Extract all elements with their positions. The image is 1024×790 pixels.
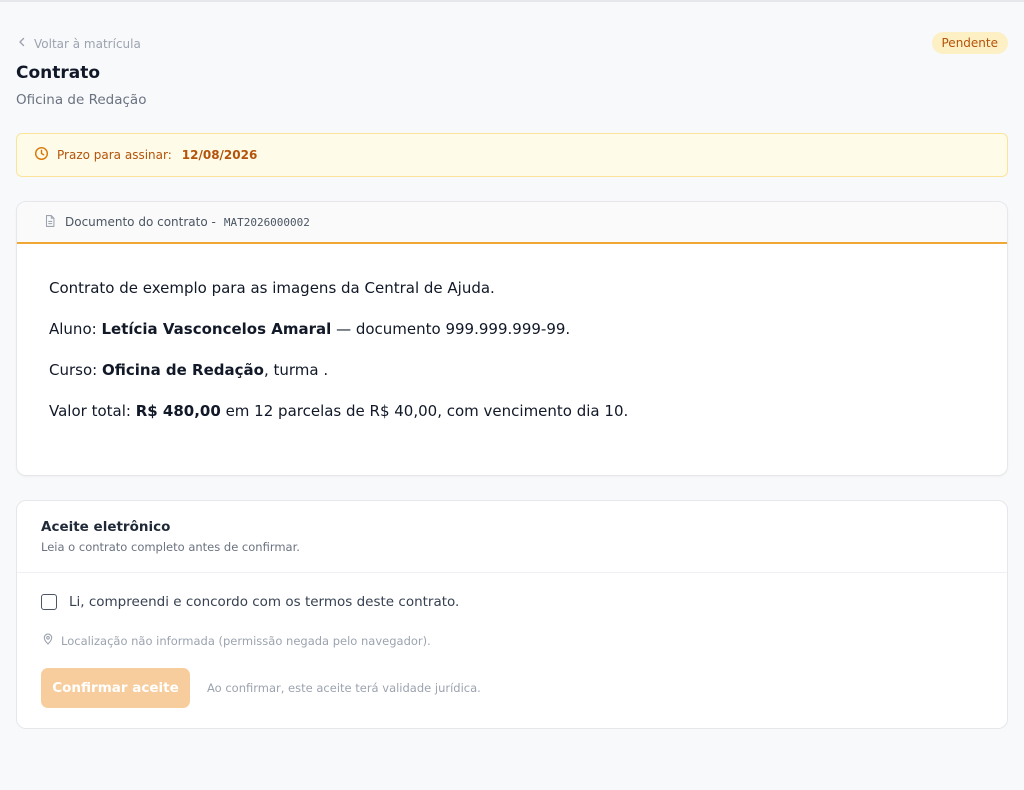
contract-intro: Contrato de exemplo para as imagens da C…	[49, 279, 495, 297]
status-badge: Pendente	[931, 32, 1008, 54]
deadline-banner: Prazo para assinar: 12/08/2026	[16, 133, 1008, 177]
acceptance-title: Aceite eletrônico	[41, 519, 171, 535]
contract-header: Documento do contrato - MAT2026000002	[17, 202, 1007, 244]
contract-student-line: Aluno: Letícia Vasconcelos Amaral — docu…	[49, 319, 975, 340]
value-suffix: em 12 parcelas de R$ 40,00, com vencimen…	[225, 402, 629, 420]
confirm-note: Ao confirmar, este aceite terá validade …	[207, 681, 481, 695]
contract-code: MAT2026000002	[223, 215, 310, 229]
student-name: Letícia Vasconcelos Amaral	[101, 320, 332, 338]
course-prefix: Curso:	[49, 361, 98, 379]
confirm-button[interactable]: Confirmar aceite	[41, 668, 190, 708]
contract-body: Contrato de exemplo para as imagens da C…	[17, 244, 1007, 422]
acceptance-card: Aceite eletrônico Leia o contrato comple…	[16, 500, 1008, 729]
chevron-left-icon	[16, 36, 28, 51]
acceptance-header: Aceite eletrônico Leia o contrato comple…	[17, 501, 1007, 573]
page-subtitle: Oficina de Redação	[16, 92, 147, 108]
contract-card: Documento do contrato - MAT2026000002 Co…	[16, 201, 1008, 476]
location-row: Localização não informada (permissão neg…	[42, 633, 431, 648]
agree-row[interactable]: Li, compreendi e concordo com os termos …	[41, 594, 459, 610]
deadline-date: 12/08/2026	[181, 148, 258, 162]
acceptance-description: Leia o contrato completo antes de confir…	[41, 540, 300, 554]
document-icon	[43, 214, 57, 231]
student-suffix: — documento 999.999.999-99.	[336, 320, 571, 338]
agree-checkbox[interactable]	[41, 594, 57, 610]
course-name: Oficina de Redação	[101, 361, 264, 379]
clock-icon	[34, 146, 49, 164]
contract-header-label: Documento do contrato -	[65, 215, 216, 229]
value-prefix: Valor total:	[49, 402, 131, 420]
map-pin-icon	[42, 633, 54, 648]
back-link-label: Voltar à matrícula	[34, 36, 141, 51]
course-suffix: , turma .	[263, 361, 329, 379]
back-link[interactable]: Voltar à matrícula	[16, 36, 141, 51]
value-amount: R$ 480,00	[135, 402, 221, 420]
student-prefix: Aluno:	[49, 320, 97, 338]
contract-course-line: Curso: Oficina de Redação, turma .	[49, 360, 975, 381]
contract-value-line: Valor total: R$ 480,00 em 12 parcelas de…	[49, 401, 975, 422]
deadline-label: Prazo para assinar:	[57, 148, 172, 162]
page-title: Contrato	[16, 63, 101, 83]
location-text: Localização não informada (permissão neg…	[61, 633, 431, 648]
agree-label: Li, compreendi e concordo com os termos …	[69, 594, 460, 610]
